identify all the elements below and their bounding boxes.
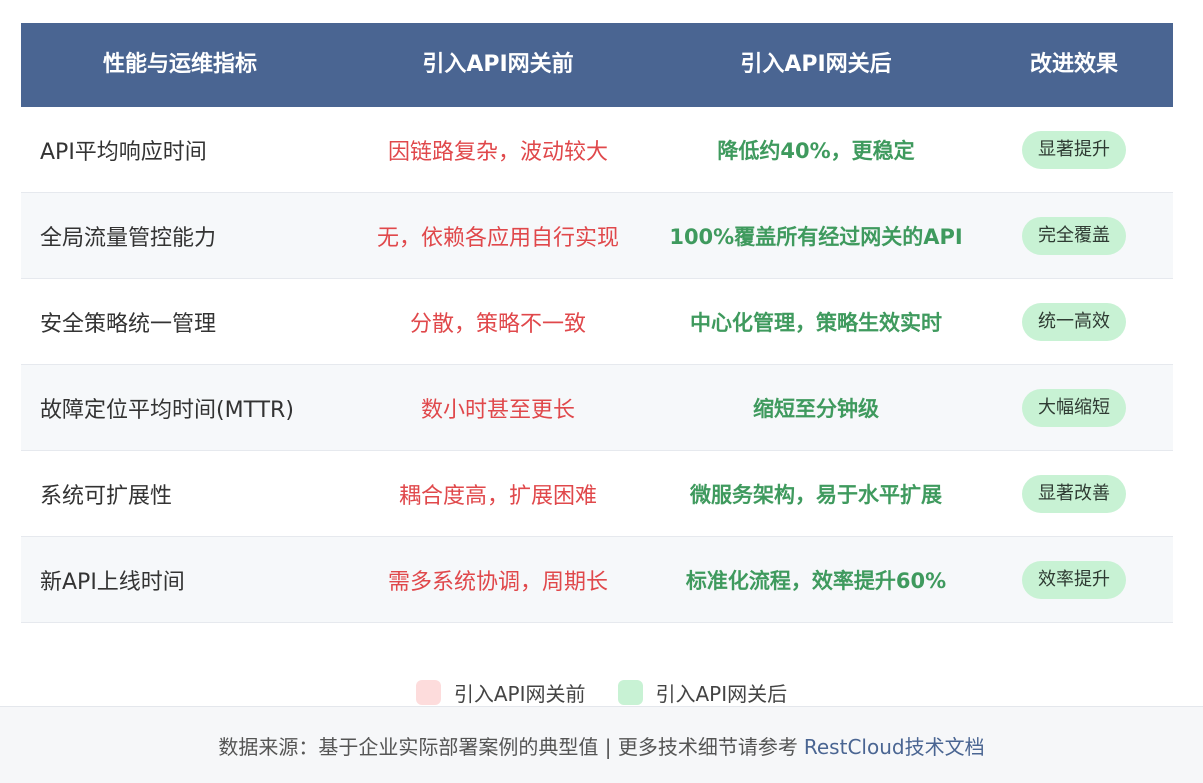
- table-row: API平均响应时间 因链路复杂，波动较大 降低约40%，更稳定 显著提升: [21, 107, 1173, 193]
- before-cell: 耦合度高，扩展困难: [398, 483, 597, 509]
- after-cell: 缩短至分钟级: [753, 396, 879, 421]
- header-metric: 性能与运维指标: [102, 52, 257, 77]
- comparison-table: 性能与运维指标 引入API网关前 引入API网关后 改进效果 API平均响应时间…: [21, 23, 1173, 623]
- effect-badge: 完全覆盖: [1022, 216, 1126, 255]
- before-cell: 无，依赖各应用自行实现: [376, 225, 619, 251]
- effect-cell: 显著改善: [975, 474, 1173, 513]
- after-cell: 微服务架构，易于水平扩展: [690, 482, 942, 507]
- table-row: 全局流量管控能力 无，依赖各应用自行实现 100%覆盖所有经过网关的API 完全…: [21, 193, 1173, 279]
- header-after: 引入API网关后: [740, 52, 892, 77]
- header-effect: 改进效果: [1029, 52, 1118, 77]
- effect-cell: 完全覆盖: [975, 216, 1173, 255]
- legend-label-before: 引入API网关前: [453, 682, 586, 706]
- table-row: 安全策略统一管理 分散，策略不一致 中心化管理，策略生效实时 统一高效: [21, 279, 1173, 365]
- page: 性能与运维指标 引入API网关前 引入API网关后 改进效果 API平均响应时间…: [0, 0, 1203, 783]
- before-cell: 分散，策略不一致: [409, 311, 586, 337]
- metric-cell: 故障定位平均时间(MTTR): [40, 397, 294, 423]
- effect-badge: 显著改善: [1022, 474, 1126, 513]
- effect-cell: 效率提升: [975, 560, 1173, 599]
- before-cell: 因链路复杂，波动较大: [387, 139, 608, 165]
- metric-cell: 新API上线时间: [40, 569, 185, 595]
- table-row: 新API上线时间 需多系统协调，周期长 标准化流程，效率提升60% 效率提升: [21, 537, 1173, 623]
- after-cell: 标准化流程，效率提升60%: [685, 568, 947, 593]
- after-cell: 100%覆盖所有经过网关的API: [669, 224, 963, 249]
- effect-cell: 显著提升: [975, 130, 1173, 169]
- after-cell: 降低约40%，更稳定: [717, 138, 915, 163]
- effect-cell: 统一高效: [975, 302, 1173, 341]
- footer: 数据来源：基于企业实际部署案例的典型值 | 更多技术细节请参考 RestClou…: [0, 706, 1203, 783]
- table-row: 系统可扩展性 耦合度高，扩展困难 微服务架构，易于水平扩展 显著改善: [21, 451, 1173, 537]
- metric-cell: 安全策略统一管理: [40, 311, 217, 337]
- table-row: 故障定位平均时间(MTTR) 数小时甚至更长 缩短至分钟级 大幅缩短: [21, 365, 1173, 451]
- legend-swatch-before: [415, 680, 441, 705]
- metric-cell: API平均响应时间: [40, 139, 207, 165]
- effect-badge: 效率提升: [1022, 560, 1126, 599]
- metric-cell: 系统可扩展性: [40, 483, 173, 509]
- metric-cell: 全局流量管控能力: [40, 225, 217, 251]
- legend-label-after: 引入API网关后: [655, 682, 788, 706]
- legend-swatch-after: [617, 680, 643, 705]
- effect-badge: 统一高效: [1022, 302, 1126, 341]
- legend: 引入API网关前 引入API网关后: [0, 678, 1203, 707]
- legend-item-after: 引入API网关后: [617, 678, 788, 707]
- header-before: 引入API网关前: [422, 52, 574, 77]
- effect-cell: 大幅缩短: [975, 388, 1173, 427]
- before-cell: 数小时甚至更长: [420, 397, 575, 423]
- before-cell: 需多系统协调，周期长: [387, 569, 608, 595]
- effect-badge: 显著提升: [1022, 130, 1126, 169]
- after-cell: 中心化管理，策略生效实时: [690, 310, 942, 335]
- restcloud-docs-link[interactable]: RestCloud技术文档: [804, 731, 985, 760]
- footer-source-text: 数据来源：基于企业实际部署案例的典型值 | 更多技术细节请参考: [218, 734, 798, 759]
- legend-item-before: 引入API网关前: [415, 678, 586, 707]
- table-header: 性能与运维指标 引入API网关前 引入API网关后 改进效果: [21, 23, 1173, 107]
- effect-badge: 大幅缩短: [1022, 388, 1126, 427]
